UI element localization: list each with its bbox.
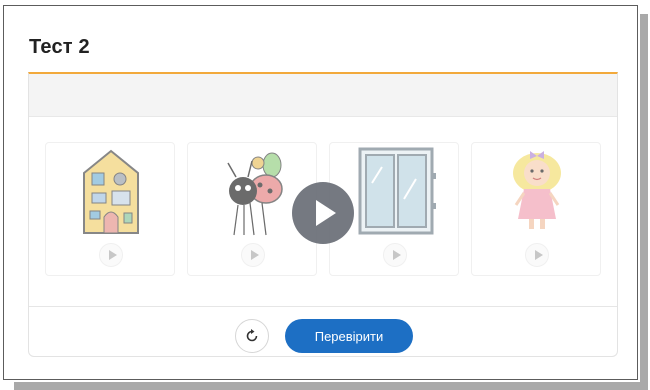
tile-doll[interactable] (471, 142, 601, 276)
play-icon[interactable] (241, 243, 265, 267)
card-divider (29, 306, 617, 307)
reset-button[interactable] (235, 319, 269, 353)
frame-shadow (14, 382, 648, 390)
frame-shadow (640, 14, 648, 390)
tile-house[interactable] (45, 142, 175, 276)
doll-illustration (513, 151, 561, 229)
refresh-icon (246, 329, 258, 342)
play-icon[interactable] (383, 243, 407, 267)
house-illustration (83, 149, 139, 234)
play-icon[interactable] (525, 243, 549, 267)
exercise-frame: Тест 2 Перевірити (3, 5, 638, 380)
check-button[interactable]: Перевірити (285, 319, 413, 353)
video-play-button[interactable] (292, 182, 354, 244)
page-title: Тест 2 (29, 36, 90, 58)
card-header (29, 74, 617, 117)
play-icon (316, 200, 336, 226)
play-icon[interactable] (99, 243, 123, 267)
